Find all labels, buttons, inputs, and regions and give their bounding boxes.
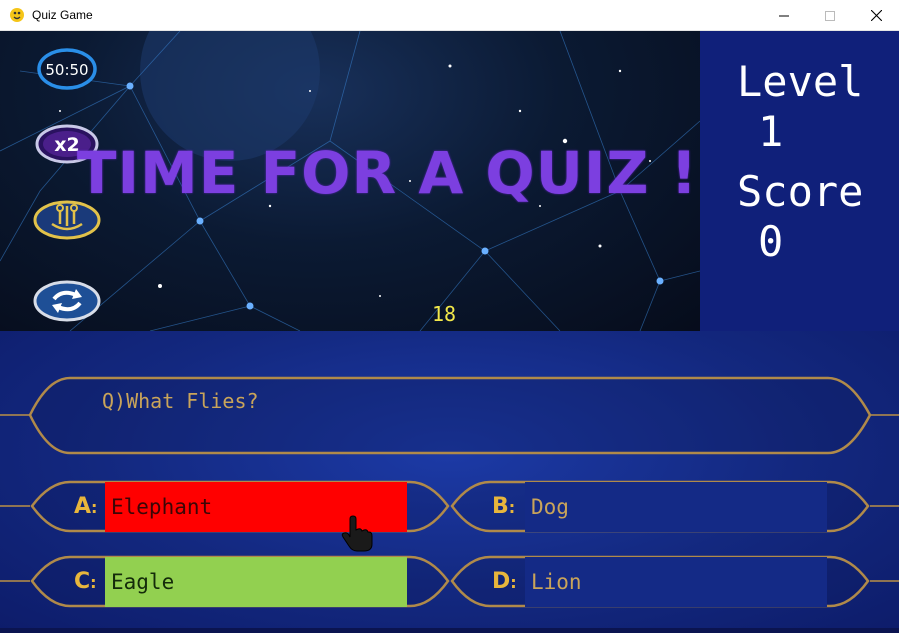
question-area: Q)What Flies? A: Elephant B: Dog C: Eagl… [0, 331, 899, 633]
banner: 50:50 x2 TIME FOR A QUIZ ! 18 [0, 31, 700, 331]
answer-b-letter: B: [492, 494, 516, 519]
stats-panel: Level 1 Score 0 [700, 31, 899, 331]
level-value: 1 [758, 107, 784, 156]
fifty-fifty-icon: 50:50 [37, 48, 97, 90]
lifeline-switch-question-button[interactable] [32, 277, 102, 325]
hand-pointer-icon [341, 515, 373, 552]
answer-a-letter: A: [74, 494, 98, 519]
score-value: 0 [758, 217, 784, 266]
answer-d-button[interactable]: Lion [525, 557, 827, 607]
answer-c-letter: C: [74, 569, 97, 594]
window-titlebar: Quiz Game [0, 0, 899, 31]
answer-a-text: Elephant [111, 495, 213, 519]
minimize-icon [779, 15, 789, 16]
level-label: Level [737, 57, 864, 106]
minimize-button[interactable] [761, 0, 807, 31]
lifeline-fifty-fifty-button[interactable]: 50:50 [32, 45, 102, 93]
answer-c-button[interactable]: Eagle [105, 557, 407, 607]
close-button[interactable] [853, 0, 899, 31]
answer-b-text: Dog [531, 495, 569, 519]
answer-b-button[interactable]: Dog [525, 482, 827, 532]
quiz-title: TIME FOR A QUIZ ! [76, 139, 699, 207]
python-app-icon [10, 8, 24, 22]
close-icon [870, 10, 882, 21]
score-label: Score [737, 167, 864, 216]
bottom-strip [0, 628, 899, 633]
countdown-timer: 18 [432, 302, 457, 326]
answer-d-text: Lion [531, 570, 582, 594]
window-title: Quiz Game [32, 8, 93, 22]
answer-d-letter: D: [492, 569, 517, 594]
switch-icon [33, 280, 101, 322]
maximize-icon [825, 10, 835, 21]
maximize-button[interactable] [807, 0, 853, 31]
game-canvas: 50:50 x2 TIME FOR A QUIZ ! 18 Level 1 Sc… [0, 31, 899, 633]
answer-c-text: Eagle [111, 570, 175, 594]
lifeline-label: 50:50 [45, 61, 88, 79]
question-text: Q)What Flies? [102, 389, 259, 413]
